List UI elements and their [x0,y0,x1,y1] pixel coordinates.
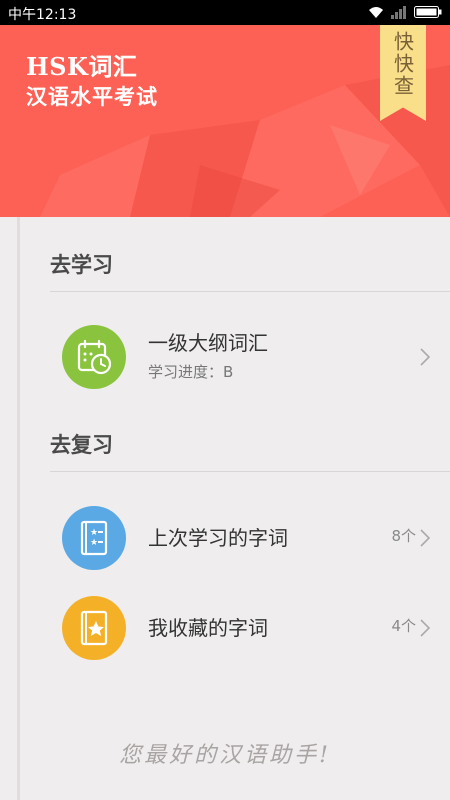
calendar-clock-icon [62,325,126,389]
wifi-icon [369,7,383,18]
status-time: 中午12:13 [8,7,77,23]
item-progress: 学习进度：B [148,363,234,381]
item-title: 上次学习的字词 [148,526,288,550]
section-divider [50,471,450,472]
item-count: 8个 [391,527,416,545]
slogan: 您最好的汉语助手! [119,743,331,768]
app-header: HSK词汇 汉语水平考试 快快查 [0,25,450,217]
main-content: 去学习 一级大纲词汇 学习进度：B 去复习 ★ ★ 上次学习的字词 8个 我收藏… [0,217,450,800]
left-rule [17,217,20,800]
signal-icon [391,6,406,19]
status-bar: 中午12:13 [0,0,450,25]
item-count: 4个 [391,617,416,635]
section-title-study: 去学习 [50,252,113,277]
svg-text:★: ★ [90,538,98,548]
list-item-level1-vocab[interactable]: 一级大纲词汇 学习进度：B [50,317,450,397]
item-title: 我收藏的字词 [148,616,268,640]
quick-search-ribbon[interactable]: 快快查 [380,25,426,121]
list-item-favorites[interactable]: 我收藏的字词 4个 [50,588,450,668]
chevron-right-icon [420,529,430,547]
status-icons [368,3,442,21]
chevron-right-icon [420,348,430,366]
app-title: HSK词汇 [26,52,138,81]
battery-icon [414,6,442,18]
item-title: 一级大纲词汇 [148,331,268,355]
app-subtitle: 汉语水平考试 [26,84,158,109]
svg-text:★: ★ [90,528,98,538]
quick-search-label: 快快查 [390,31,415,97]
chevron-right-icon [420,619,430,637]
star-book-icon [62,596,126,660]
section-title-review: 去复习 [50,432,113,457]
list-item-last-studied[interactable]: ★ ★ 上次学习的字词 8个 [50,498,450,578]
star-list-book-icon: ★ ★ [62,506,126,570]
section-divider [50,291,450,292]
